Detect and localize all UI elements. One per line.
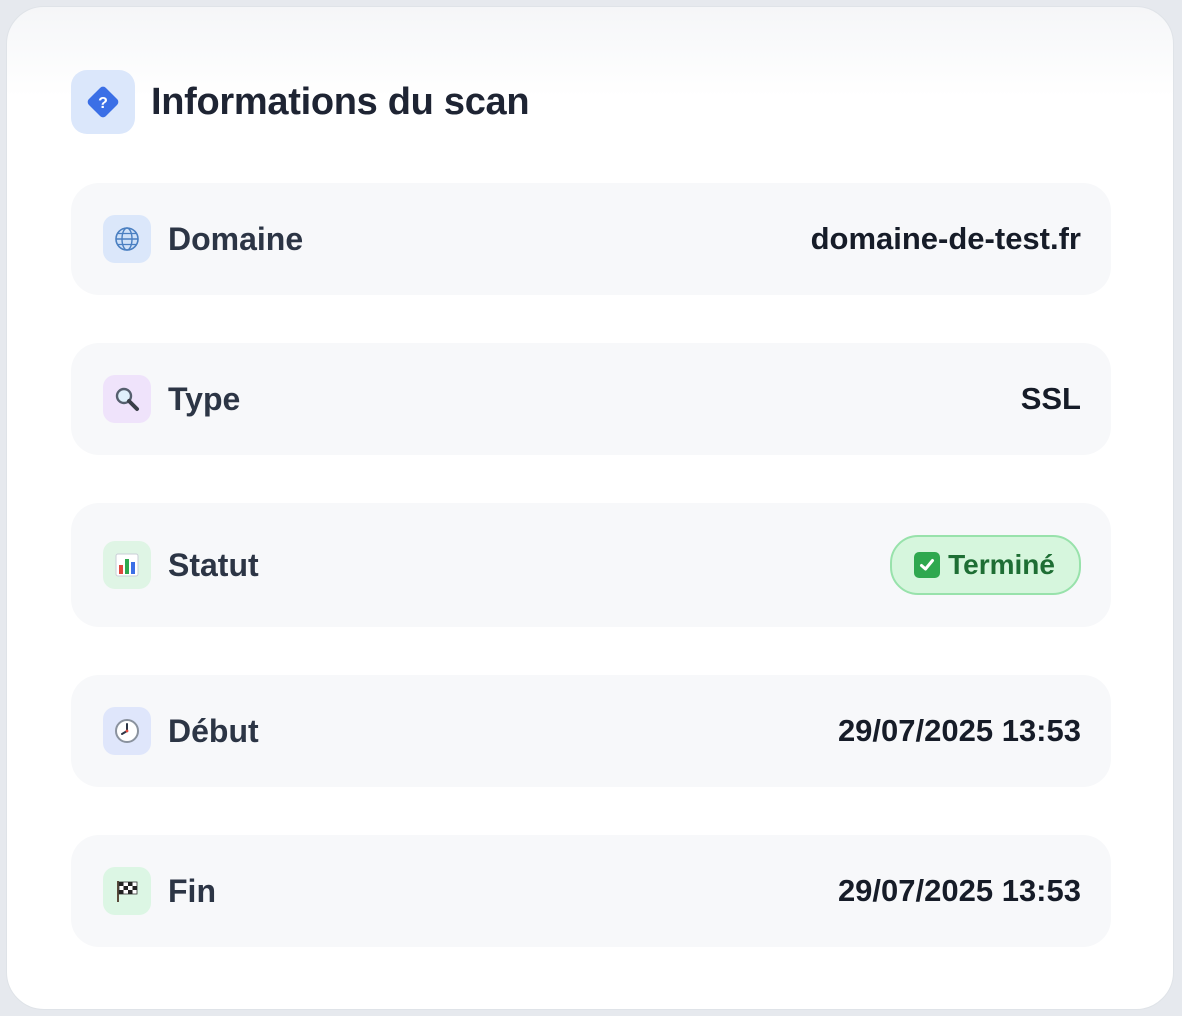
type-value: SSL (1020, 381, 1081, 416)
end-label: Fin (168, 872, 216, 909)
info-row-end: Fin 29/07/2025 13:53 (71, 835, 1111, 947)
help-diamond-icon: ? (71, 70, 135, 134)
info-row-status: Statut Terminé (71, 503, 1111, 627)
status-badge: Terminé (890, 535, 1081, 595)
globe-icon (103, 215, 151, 263)
start-value: 29/07/2025 13:53 (837, 713, 1081, 748)
magnifier-icon (103, 375, 151, 423)
type-label: Type (168, 380, 241, 417)
bar-chart-icon (103, 541, 151, 589)
card-title: Informations du scan (151, 80, 530, 123)
card-header: ? Informations du scan (71, 70, 530, 134)
status-badge-text: Terminé (948, 549, 1055, 580)
info-row-type: Type SSL (71, 343, 1111, 455)
domain-value: domaine-de-test.fr (810, 221, 1081, 256)
svg-text:?: ? (98, 95, 108, 112)
info-row-start: Début 29/07/2025 13:53 (71, 675, 1111, 787)
start-label: Début (168, 712, 259, 749)
status-label: Statut (168, 546, 259, 583)
checkered-flag-icon (103, 867, 151, 915)
clock-icon (103, 707, 151, 755)
check-mark-icon (914, 552, 941, 578)
domain-label: Domaine (168, 220, 304, 257)
end-value: 29/07/2025 13:53 (837, 873, 1081, 908)
info-row-domain: Domaine domaine-de-test.fr (71, 183, 1111, 295)
scan-info-card: ? Informations du scan Domaine domaine-d… (6, 6, 1174, 1010)
